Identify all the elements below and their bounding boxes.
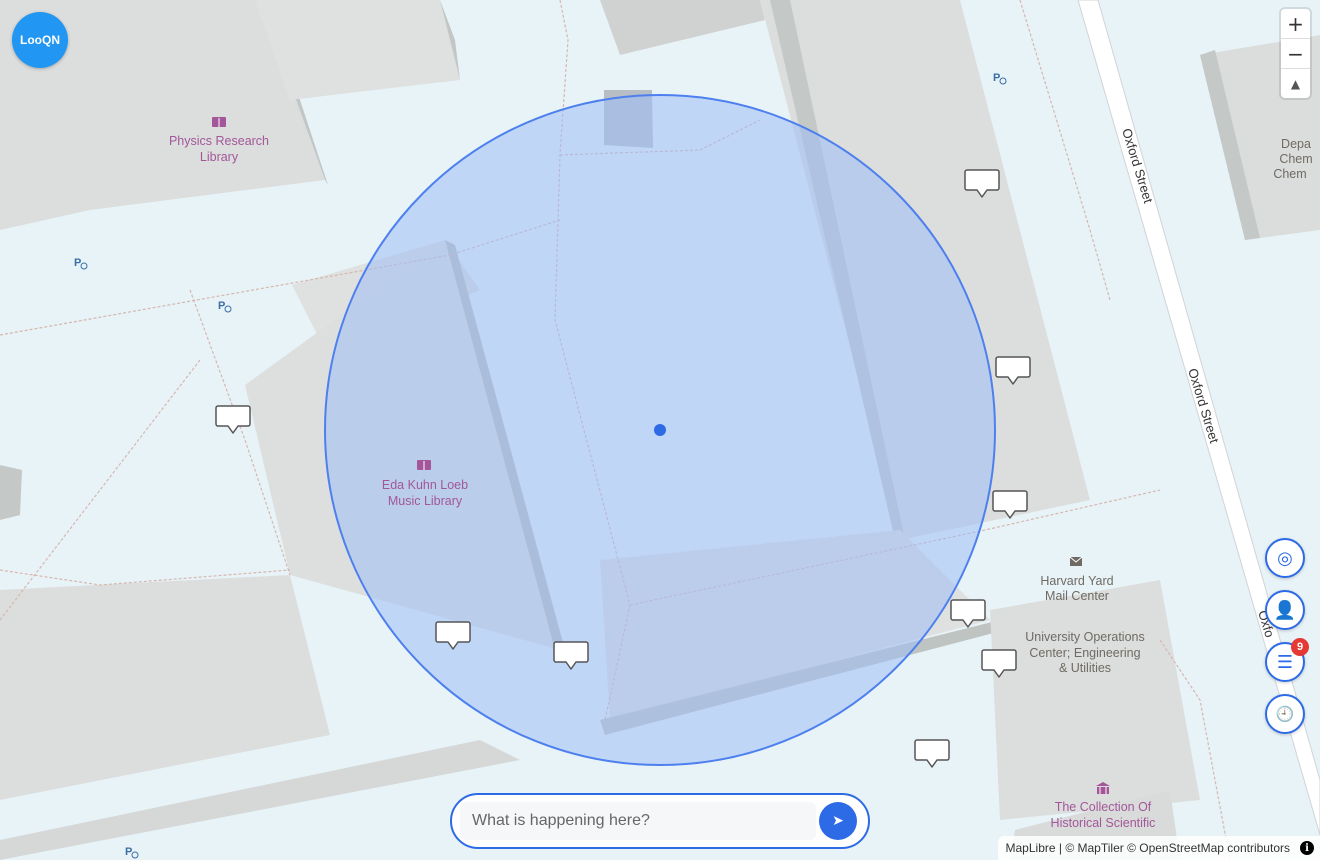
bicycle-parking-icon: P xyxy=(125,846,132,858)
clock-icon: 🕘 xyxy=(1275,705,1295,723)
list-icon: ☰ xyxy=(1276,651,1294,673)
poi-label-mail-center: Harvard Yard xyxy=(1040,574,1113,588)
map-attribution: MapLibre | © MapTiler © OpenStreetMap co… xyxy=(997,836,1320,860)
poi-label-operations-center: & Utilities xyxy=(1059,661,1111,675)
zoom-in-button[interactable]: + xyxy=(1281,9,1310,39)
zoom-controls: + − ▲ xyxy=(1281,9,1310,98)
locate-button[interactable]: ◎ xyxy=(1265,538,1305,578)
poi-label-operations-center: Center; Engineering xyxy=(1029,646,1140,660)
current-location-dot xyxy=(654,424,666,436)
list-count-badge: 9 xyxy=(1291,638,1309,656)
poi-label-department: Chem xyxy=(1279,152,1312,166)
locate-icon: ◎ xyxy=(1277,547,1293,569)
bicycle-parking-icon: P xyxy=(74,257,81,269)
attribution-text[interactable]: MapLibre | © MapTiler © OpenStreetMap co… xyxy=(1006,841,1290,855)
message-input[interactable] xyxy=(460,802,816,840)
profile-icon: 👤 xyxy=(1273,599,1297,621)
poi-label-music-library: Music Library xyxy=(388,494,463,508)
send-button[interactable]: ➤ xyxy=(819,802,857,840)
history-button[interactable]: 🕘 xyxy=(1265,694,1305,734)
bicycle-parking-icon: P xyxy=(993,72,1000,84)
send-icon: ➤ xyxy=(832,813,844,829)
app-logo[interactable]: LooQN xyxy=(12,12,68,68)
library-icon xyxy=(417,460,431,470)
poi-label-mail-center: Mail Center xyxy=(1045,589,1109,603)
poi-label-department: Chem xyxy=(1273,167,1306,181)
bicycle-parking-icon: P xyxy=(218,300,225,312)
poi-label-collection: The Collection Of xyxy=(1055,800,1152,814)
poi-label-physics-library: Library xyxy=(200,150,239,164)
mail-icon xyxy=(1069,556,1083,566)
compass-button[interactable]: ▲ xyxy=(1281,69,1310,98)
library-icon xyxy=(212,117,226,127)
poi-label-collection: Historical Scientific xyxy=(1051,816,1156,830)
poi-label-physics-library: Physics Research xyxy=(169,134,269,148)
post-composer: ➤ xyxy=(450,793,870,849)
profile-button[interactable]: 👤 xyxy=(1265,590,1305,630)
poi-label-operations-center: University Operations xyxy=(1025,630,1145,644)
zoom-out-button[interactable]: − xyxy=(1281,39,1310,69)
list-button[interactable]: ☰ 9 xyxy=(1265,638,1309,682)
poi-label-department: Depa xyxy=(1281,137,1311,151)
poi-label-music-library: Eda Kuhn Loeb xyxy=(382,478,468,492)
info-icon[interactable]: i xyxy=(1300,841,1314,855)
map-canvas[interactable]: Oxford Street Oxford Street Oxfo P P P P… xyxy=(0,0,1320,860)
